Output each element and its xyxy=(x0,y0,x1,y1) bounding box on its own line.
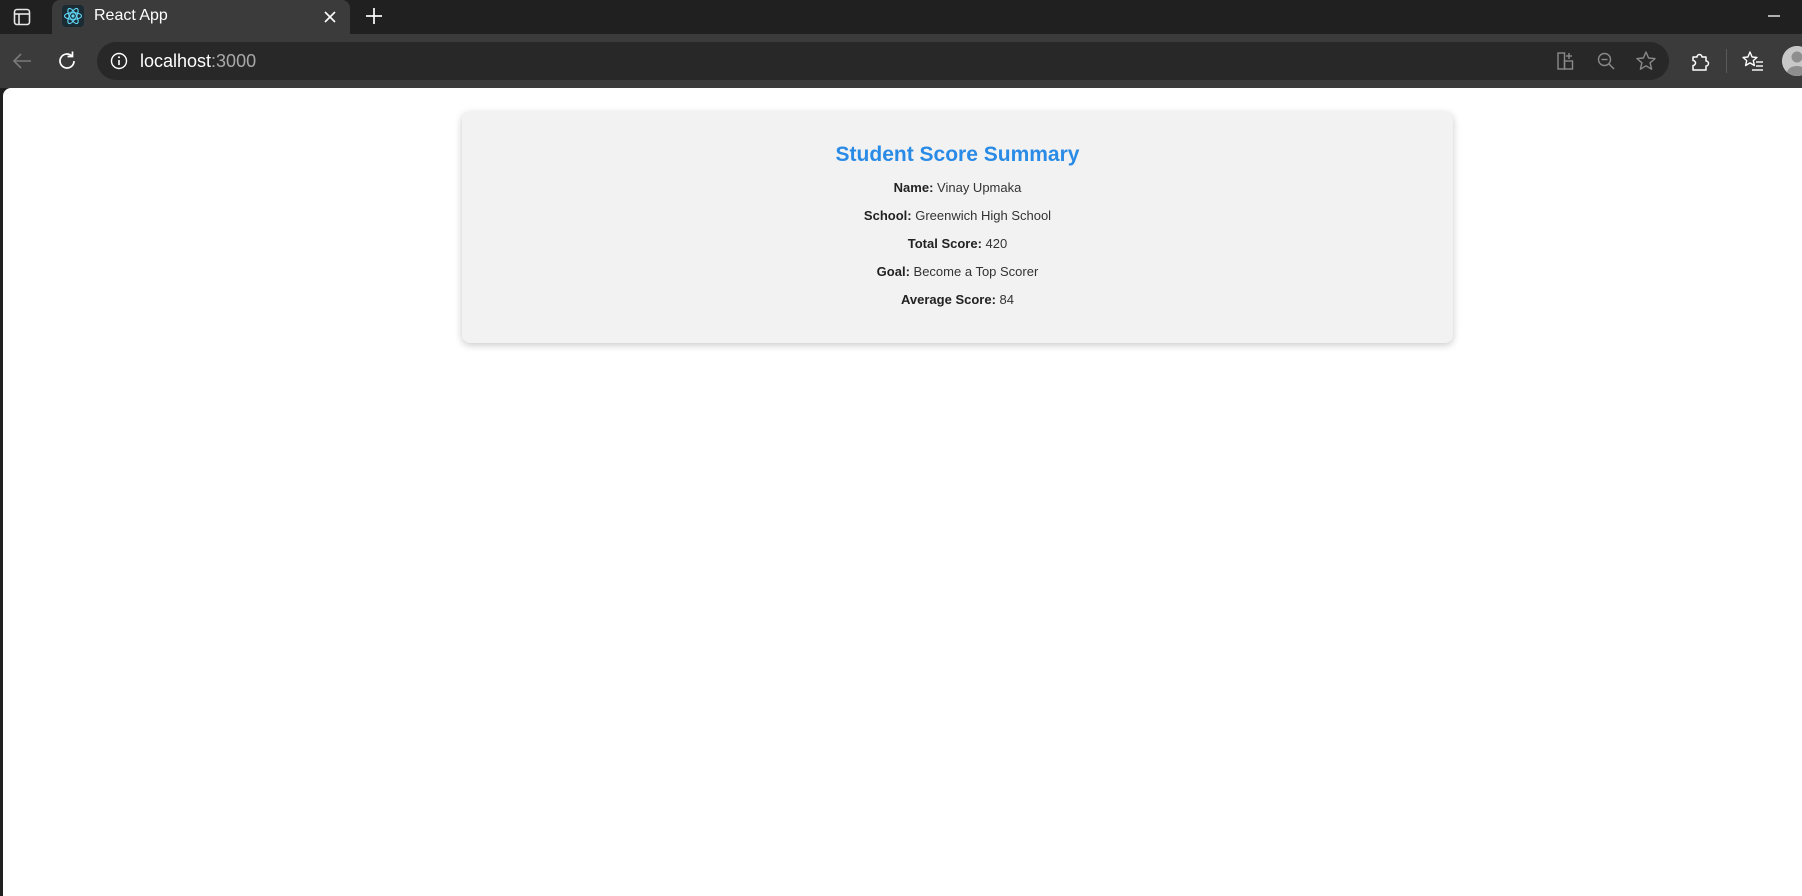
total-score-value: 420 xyxy=(985,236,1008,251)
reload-button[interactable] xyxy=(51,45,83,77)
profile-avatar-icon xyxy=(1782,46,1802,76)
average-score-label: Average Score: xyxy=(901,292,996,307)
tab-actions-button[interactable] xyxy=(6,3,38,31)
average-score-row: Average Score: 84 xyxy=(462,292,1453,308)
goal-label: Goal: xyxy=(876,264,910,279)
add-favorite-button[interactable] xyxy=(1632,47,1660,75)
zoom-button[interactable] xyxy=(1592,47,1620,75)
name-value: Vinay Upmaka xyxy=(937,180,1022,195)
school-label: School: xyxy=(863,208,912,223)
app-grid-icon xyxy=(1556,51,1576,71)
name-label: Name: xyxy=(893,180,934,195)
extensions-icon xyxy=(1689,50,1711,72)
info-icon xyxy=(110,52,128,70)
school-value: Greenwich High School xyxy=(915,208,1052,223)
zoom-out-icon xyxy=(1596,51,1616,71)
tab-react-app[interactable]: React App xyxy=(52,0,350,34)
name-row: Name: Vinay Upmaka xyxy=(462,180,1453,196)
tab-actions-icon xyxy=(13,8,31,26)
reload-icon xyxy=(56,50,78,72)
tab-strip: React App xyxy=(0,0,1802,34)
goal-value: Become a Top Scorer xyxy=(913,264,1039,279)
average-score-value: 84 xyxy=(999,292,1014,307)
url-host: localhost xyxy=(140,51,212,71)
profile-button[interactable] xyxy=(1782,46,1802,76)
url-port: :3000 xyxy=(211,51,257,71)
favorites-icon xyxy=(1741,50,1765,72)
total-score-label: Total Score: xyxy=(907,236,982,251)
back-button[interactable] xyxy=(6,45,38,77)
plus-icon xyxy=(365,7,383,25)
extensions-button[interactable] xyxy=(1684,45,1716,77)
tab-title: React App xyxy=(94,7,168,24)
page-viewport: Student Score Summary Name: Vinay Upmaka… xyxy=(3,88,1802,896)
url-text[interactable]: localhost:3000 xyxy=(140,51,256,71)
site-info-button[interactable] xyxy=(105,47,133,75)
close-tab-button[interactable] xyxy=(318,5,342,29)
total-score-row: Total Score: 420 xyxy=(462,236,1453,252)
browser-toolbar: localhost:3000 xyxy=(0,34,1802,88)
toolbar-divider xyxy=(1726,49,1727,73)
school-row: School: Greenwich High School xyxy=(462,208,1453,224)
goal-row: Goal: Become a Top Scorer xyxy=(462,264,1453,280)
star-icon xyxy=(1635,50,1657,72)
score-summary-card: Student Score Summary Name: Vinay Upmaka… xyxy=(462,112,1453,343)
minimize-button[interactable] xyxy=(1758,2,1790,30)
minimize-icon xyxy=(1767,9,1781,23)
react-favicon-icon xyxy=(62,5,84,27)
back-arrow-icon xyxy=(11,50,33,72)
app-available-button[interactable] xyxy=(1552,47,1580,75)
close-icon xyxy=(323,10,337,24)
address-bar[interactable]: localhost:3000 xyxy=(97,42,1669,80)
card-title: Student Score Summary xyxy=(835,143,1080,166)
favorites-button[interactable] xyxy=(1737,45,1769,77)
new-tab-button[interactable] xyxy=(360,2,388,30)
